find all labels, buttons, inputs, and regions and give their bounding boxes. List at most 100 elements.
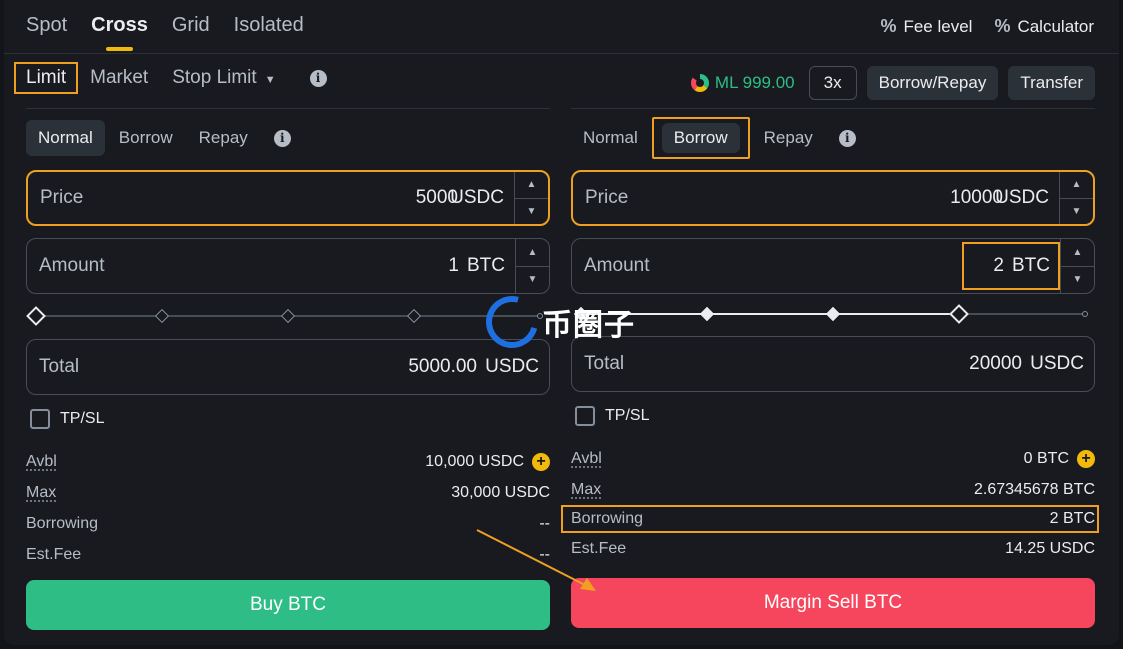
leverage-button[interactable]: 3x [808,66,857,100]
total-value: 5000.00 [408,356,477,377]
plus-circle-icon[interactable]: + [532,452,550,471]
est-fee-value: 14.25 USDC [1005,539,1095,557]
sell-total-field[interactable]: Total 20000 USDC [571,336,1095,392]
decrement-icon[interactable]: ▼ [1061,267,1094,294]
header-divider [4,53,1119,54]
decrement-icon[interactable]: ▼ [515,199,548,225]
slider-stop[interactable] [699,306,715,322]
margin-level-gauge-icon [690,74,709,92]
slider-fill [581,313,959,315]
info-icon[interactable]: i [273,129,291,147]
slider-stop[interactable] [280,308,296,324]
tpsl-label: TP/SL [60,410,105,427]
buy-mode-repay[interactable]: Repay [187,120,260,156]
max-label: Max [26,483,57,501]
avbl-label: Avbl [571,449,602,467]
buy-btc-button[interactable]: Buy BTC [26,580,550,630]
buy-total-field[interactable]: Total 5000.00 USDC [26,339,550,395]
watermark-text: 币圈子 [542,308,635,343]
increment-icon[interactable]: ▲ [516,239,549,267]
slider-stop[interactable] [154,308,170,324]
order-type-market[interactable]: Market [78,62,160,94]
borrowing-label: Borrowing [571,510,644,527]
borrowing-row: Borrowing 2 BTC [561,505,1099,533]
increment-icon[interactable]: ▲ [1060,172,1093,199]
fee-level-label: Fee level [903,16,973,36]
slider-thumb[interactable] [949,304,969,324]
buy-amount-slider[interactable] [26,304,550,328]
decrement-icon[interactable]: ▼ [516,267,549,294]
caret-down-icon: ▼ [264,74,276,86]
total-unit: USDC [1030,353,1084,374]
price-unit: USDC [995,187,1049,208]
sell-mode-tabs: Normal Borrow Repay i [571,117,1095,159]
slider-thumb[interactable] [26,306,46,326]
info-icon[interactable]: i [838,129,856,147]
buy-price-field[interactable]: Price 5000 USDC ▲ ▼ [26,170,550,226]
stop-limit-label: Stop Limit [172,67,257,88]
price-stepper: ▲ ▼ [1059,172,1093,224]
avbl-value: 10,000 USDC [425,452,524,470]
decrement-icon[interactable]: ▼ [1060,199,1093,225]
avbl-row: Avbl 10,000 USDC + [26,446,550,477]
plus-circle-icon[interactable]: + [1077,449,1095,468]
calculator-icon: % [994,16,1011,36]
est-fee-value: -- [539,545,550,563]
sell-panel: Normal Borrow Repay i Price 10000 USDC ▲… [561,117,1099,628]
tab-cross[interactable]: Cross [91,14,148,51]
increment-icon[interactable]: ▲ [515,172,548,199]
price-label: Price [40,187,84,208]
est-fee-label: Est.Fee [571,539,627,557]
total-unit: USDC [485,356,539,377]
borrowing-value: 2 BTC [1049,510,1095,527]
est-fee-row: Est.Fee 14.25 USDC [571,533,1095,564]
sell-mode-normal[interactable]: Normal [571,120,650,156]
right-divider [571,108,1095,109]
avbl-row: Avbl 0 BTC + [571,443,1095,474]
borrowing-value: -- [539,514,550,532]
tab-spot[interactable]: Spot [26,14,67,51]
borrow-repay-button[interactable]: Borrow/Repay [866,66,999,100]
total-value: 20000 [969,353,1022,374]
fee-level-button[interactable]: % Fee level [880,16,972,37]
price-stepper: ▲ ▼ [514,172,548,224]
buy-tpsl-checkbox[interactable]: TP/SL [30,409,104,429]
order-type-limit[interactable]: Limit [14,62,79,94]
avbl-value-wrap: 0 BTC + [1024,449,1095,468]
borrowing-row: Borrowing -- [26,508,550,539]
logo-ring-icon [476,286,548,358]
borrowing-label: Borrowing [26,514,99,532]
transfer-button[interactable]: Transfer [1008,66,1095,100]
buy-info-rows: Avbl 10,000 USDC + Max 30,000 USDC Borrow… [26,446,550,570]
order-type-stop-limit[interactable]: Stop Limit ▼ [160,62,287,94]
sell-amount-field[interactable]: Amount 2 BTC ▲ ▼ [571,238,1095,294]
amount-value: 1 [448,255,459,276]
tab-isolated[interactable]: Isolated [234,14,304,51]
max-value: 30,000 USDC [451,483,550,501]
avbl-label: Avbl [26,452,57,470]
tpsl-label: TP/SL [605,407,650,424]
tab-grid[interactable]: Grid [172,14,210,51]
total-label: Total [584,353,625,374]
sell-mode-repay[interactable]: Repay [752,120,825,156]
sell-price-field[interactable]: Price 10000 USDC ▲ ▼ [571,170,1095,226]
top-right-tools: % Fee level % Calculator [880,16,1094,37]
slider-stop[interactable] [406,308,422,324]
buy-mode-normal[interactable]: Normal [26,120,105,156]
sell-tpsl-checkbox[interactable]: TP/SL [575,406,649,426]
sell-mode-borrow[interactable]: Borrow [651,117,750,159]
price-unit: USDC [450,187,504,208]
buy-mode-borrow[interactable]: Borrow [107,120,185,156]
sell-amount-slider[interactable] [571,302,1095,326]
watermark-logo: 币圈子 [476,286,635,358]
amount-unit: BTC [467,255,505,276]
slider-stop[interactable] [1082,311,1088,317]
margin-sell-btc-button[interactable]: Margin Sell BTC [571,578,1095,628]
buy-panel: Normal Borrow Repay i Price 5000 USDC ▲ … [26,118,550,630]
increment-icon[interactable]: ▲ [1061,239,1094,267]
info-icon[interactable]: i [309,69,327,87]
buy-amount-field[interactable]: Amount 1 BTC ▲ ▼ [26,238,550,294]
calculator-button[interactable]: % Calculator [994,16,1094,37]
amount-label: Amount [39,255,105,276]
slider-stop[interactable] [825,306,841,322]
